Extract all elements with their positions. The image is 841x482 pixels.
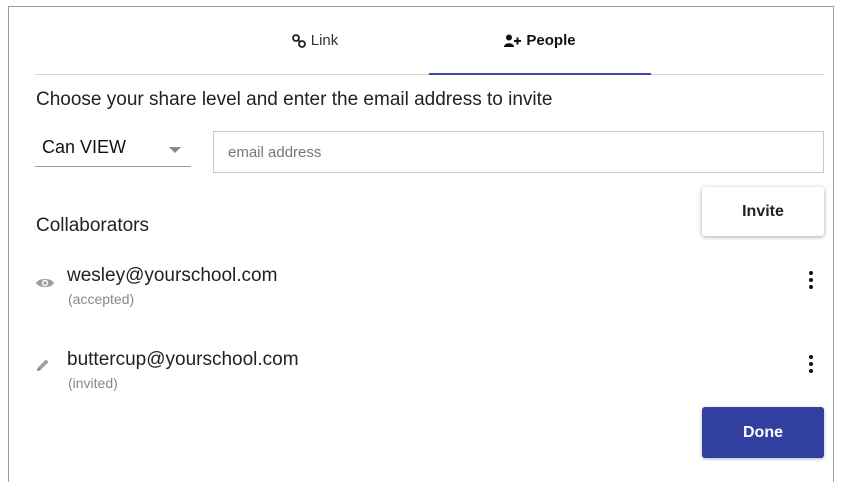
tab-link[interactable]: Link [215, 7, 415, 74]
more-options-icon[interactable] [801, 265, 821, 295]
done-button[interactable]: Done [702, 407, 824, 458]
add-person-icon [504, 34, 522, 47]
eye-icon [36, 278, 54, 288]
tab-people[interactable]: People [429, 7, 651, 75]
collaborator-status: (invited) [68, 375, 118, 391]
pencil-icon [37, 359, 49, 371]
email-address-input[interactable] [213, 131, 824, 173]
tab-people-label: People [526, 32, 576, 49]
share-level-select[interactable]: Can VIEW [35, 131, 191, 167]
collaborator-item: wesley@yourschool.com (accepted) [35, 265, 825, 325]
share-dialog: Link People Choose your share level and … [8, 6, 834, 482]
collaborator-email: buttercup@yourschool.com [67, 349, 299, 370]
share-instruction: Choose your share level and enter the em… [36, 89, 553, 110]
share-tabs: Link People [35, 7, 824, 75]
invite-button[interactable]: Invite [702, 187, 824, 236]
share-level-value: Can VIEW [42, 137, 127, 157]
collaborators-heading: Collaborators [36, 215, 149, 236]
dropdown-arrow-icon [169, 147, 181, 153]
more-options-icon[interactable] [801, 349, 821, 379]
collaborator-status: (accepted) [68, 291, 135, 307]
link-icon [291, 33, 306, 48]
collaborator-item: buttercup@yourschool.com (invited) [35, 349, 825, 409]
collaborator-email: wesley@yourschool.com [67, 265, 278, 286]
tab-link-label: Link [310, 32, 339, 49]
active-tab-indicator [429, 73, 651, 75]
